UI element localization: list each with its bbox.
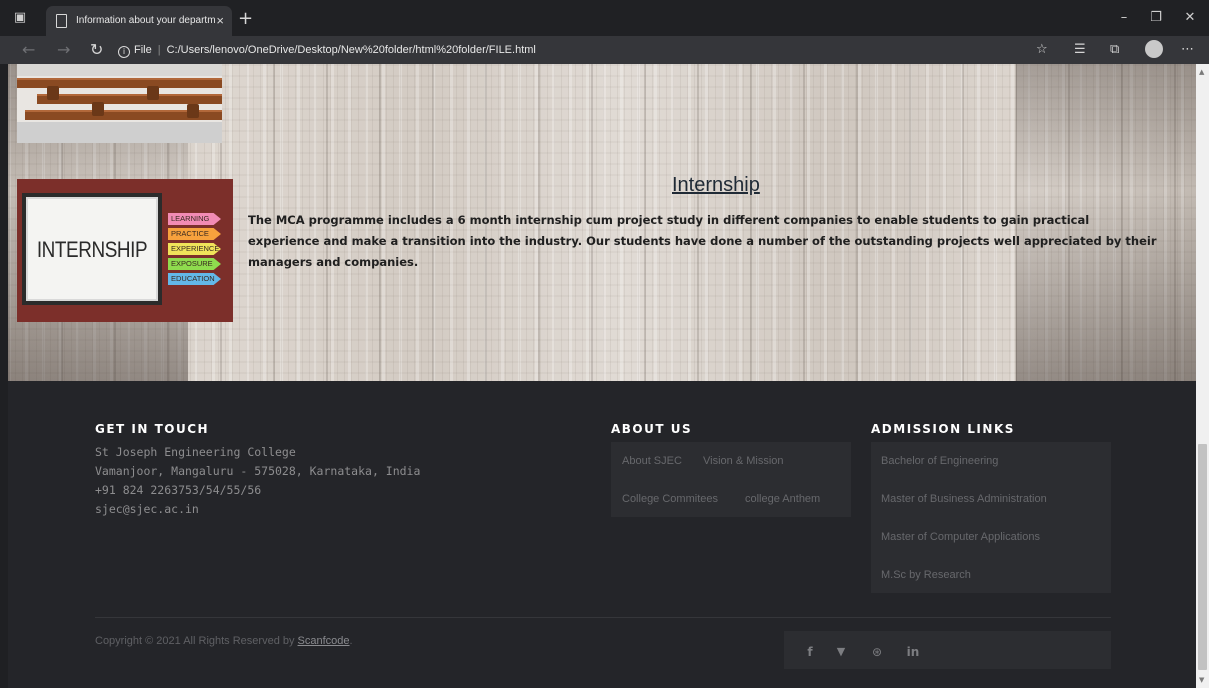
minimize-icon[interactable]: –	[1117, 11, 1131, 25]
contact-info: St Joseph Engineering College Vamanjoor,…	[95, 443, 420, 519]
back-icon[interactable]: ←	[22, 40, 35, 60]
tab-actions-icon[interactable]: ▣	[13, 11, 27, 25]
get-in-touch-heading: GET IN TOUCH	[95, 422, 210, 436]
scroll-down-icon[interactable]: ▼	[1199, 676, 1204, 684]
page-content: INTERNSHIP LEARNING PRACTICE EXPERIENCE …	[8, 64, 1196, 688]
linkedin-icon[interactable]: in	[904, 643, 922, 661]
scroll-thumb[interactable]	[1198, 444, 1207, 670]
tag-experience: EXPERIENCE	[168, 243, 221, 255]
library-chair	[92, 102, 104, 116]
url-text: C:/Users/lenovo/OneDrive/Desktop/New%20f…	[166, 44, 536, 56]
college-address: Vamanjoor, Mangaluru - 575028, Karnataka…	[95, 464, 421, 478]
address-separator: |	[157, 44, 161, 56]
dribbble-icon[interactable]: ⊛	[868, 643, 886, 661]
info-icon[interactable]: i	[118, 46, 130, 58]
copyright-end: .	[349, 635, 353, 647]
browser-toolbar: ← → ↻ i File | C:/Users/lenovo/OneDrive/Des…	[0, 36, 1209, 64]
new-tab-icon[interactable]: +	[238, 8, 253, 29]
scanfcode-link[interactable]: Scanfcode	[298, 635, 350, 647]
tag-practice: PRACTICE	[168, 228, 221, 240]
profile-icon[interactable]	[1145, 40, 1163, 58]
tag-learning: LEARNING	[168, 213, 221, 225]
library-chair	[147, 86, 159, 100]
twitter-icon[interactable]: ▼	[832, 643, 850, 661]
vision-mission-link[interactable]: Vision & Mission	[703, 455, 784, 467]
vertical-scrollbar[interactable]: ▲ ▼	[1196, 64, 1209, 688]
college-committees-link[interactable]: College Commitees	[622, 493, 718, 505]
collections-icon[interactable]: ⧉	[1110, 41, 1119, 59]
tag-exposure: EXPOSURE	[168, 258, 221, 270]
msc-research-link[interactable]: M.Sc by Research	[881, 569, 971, 581]
footer: GET IN TOUCH St Joseph Engineering Colle…	[8, 381, 1196, 688]
tag-education: EDUCATION	[168, 273, 221, 285]
library-desk	[37, 94, 222, 104]
about-links-box: About SJEC Vision & Mission College Comm…	[611, 442, 851, 517]
library-chair	[47, 86, 59, 100]
library-image	[17, 64, 222, 143]
favorite-icon[interactable]: ☆	[1036, 41, 1048, 59]
browser-tab[interactable]: Information about your departm ×	[46, 6, 232, 36]
internship-board: INTERNSHIP	[22, 193, 162, 305]
library-floor	[17, 122, 222, 143]
mba-link[interactable]: Master of Business Administration	[881, 493, 1047, 505]
about-us-heading: ABOUT US	[611, 422, 693, 436]
collections-list-icon[interactable]: ☰	[1074, 41, 1086, 59]
bachelor-engineering-link[interactable]: Bachelor of Engineering	[881, 455, 998, 467]
college-name: St Joseph Engineering College	[95, 445, 296, 459]
mca-link[interactable]: Master of Computer Applications	[881, 531, 1040, 543]
page-icon	[56, 14, 67, 28]
internship-board-text: INTERNSHIP	[36, 237, 148, 262]
footer-divider	[95, 617, 1111, 618]
college-email: sjec@sjec.ac.in	[95, 502, 199, 516]
library-chair	[187, 104, 199, 118]
copyright-label: Copyright © 2021 All Rights Reserved by	[95, 635, 298, 647]
library-ceiling	[17, 64, 222, 76]
college-anthem-link[interactable]: college Anthem	[745, 493, 820, 505]
social-links-box: f ▼ ⊛ in	[784, 631, 1111, 669]
facebook-icon[interactable]: f	[801, 643, 819, 661]
close-icon[interactable]: ✕	[1183, 11, 1197, 25]
more-icon[interactable]: ⋯	[1181, 41, 1195, 59]
browser-titlebar: ▣ Information about your departm × + – ❐…	[0, 0, 1209, 36]
close-tab-icon[interactable]: ×	[216, 6, 224, 36]
college-phone: +91 824 2263753/54/55/56	[95, 483, 262, 497]
refresh-icon[interactable]: ↻	[90, 40, 103, 60]
internship-heading: Internship	[672, 174, 760, 196]
internship-image: INTERNSHIP LEARNING PRACTICE EXPERIENCE …	[17, 179, 233, 322]
copyright-text: Copyright © 2021 All Rights Reserved by …	[95, 635, 353, 647]
tab-title: Information about your departm	[76, 15, 216, 26]
about-sjec-link[interactable]: About SJEC	[622, 455, 682, 467]
admission-links-heading: ADMISSION LINKS	[871, 422, 1015, 436]
address-prefix: File	[134, 44, 152, 56]
scroll-up-icon[interactable]: ▲	[1199, 68, 1204, 76]
forward-icon[interactable]: →	[57, 40, 70, 60]
internship-description: The MCA programme includes a 6 month int…	[248, 213, 1157, 269]
maximize-icon[interactable]: ❐	[1149, 11, 1163, 25]
admission-links-box: Bachelor of Engineering Master of Busine…	[871, 442, 1111, 593]
address-bar[interactable]: i File | C:/Users/lenovo/OneDrive/Desktop/N…	[118, 40, 1023, 60]
